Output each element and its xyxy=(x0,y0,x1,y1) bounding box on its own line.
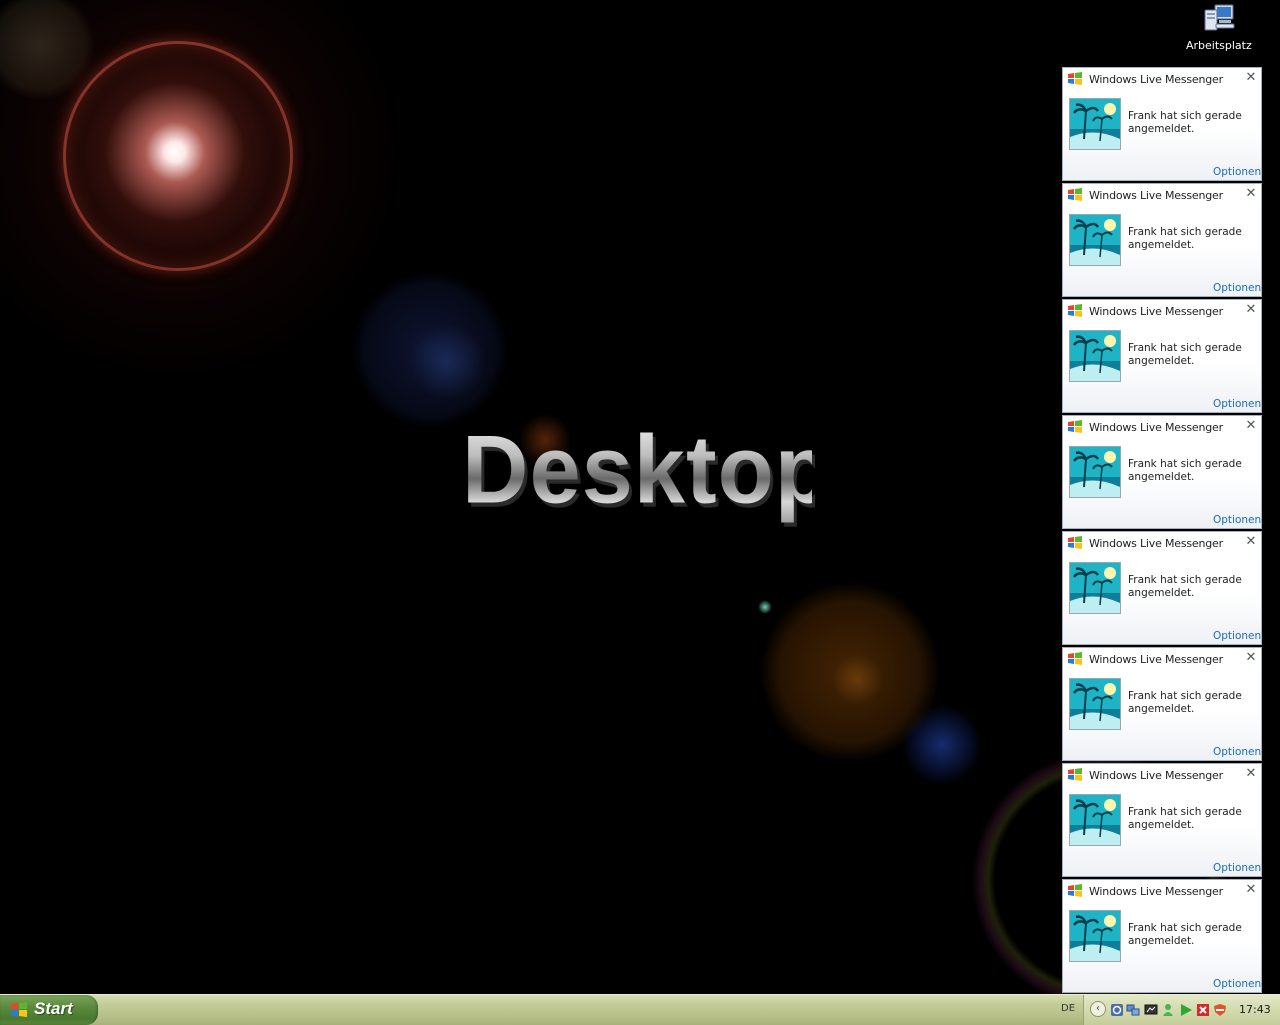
options-link[interactable]: Optionen xyxy=(1213,282,1261,294)
close-icon[interactable]: ✕ xyxy=(1244,418,1258,434)
start-label: Start xyxy=(34,999,73,1018)
desktop-icon-label: Arbeitsplatz xyxy=(1186,39,1252,52)
notification-header: Windows Live Messenger ✕ xyxy=(1063,648,1261,670)
notification-message: Frank hat sich gerade angemeldet. xyxy=(1128,342,1242,367)
notification-message: Frank hat sich gerade angemeldet. xyxy=(1128,574,1242,599)
contact-picture xyxy=(1069,678,1121,730)
notification-message: Frank hat sich gerade angemeldet. xyxy=(1128,458,1242,483)
language-indicator[interactable]: DE xyxy=(1061,1003,1075,1014)
notification-app-title: Windows Live Messenger xyxy=(1089,769,1223,782)
windows-live-logo-icon xyxy=(1067,883,1083,899)
notification-header: Windows Live Messenger ✕ xyxy=(1063,68,1261,90)
notification-app-title: Windows Live Messenger xyxy=(1089,305,1223,318)
close-icon[interactable]: ✕ xyxy=(1244,302,1258,318)
notification-message: Frank hat sich gerade angemeldet. xyxy=(1128,922,1242,947)
taskbar-clock[interactable]: 17:43 xyxy=(1239,1003,1271,1016)
contact-picture xyxy=(1069,98,1121,150)
notification-header: Windows Live Messenger ✕ xyxy=(1063,300,1261,322)
close-icon[interactable]: ✕ xyxy=(1244,650,1258,666)
lens-flare-ring xyxy=(63,41,293,271)
show-hidden-icons-chevron-icon[interactable]: ‹ xyxy=(1090,1001,1106,1017)
close-icon[interactable]: ✕ xyxy=(1244,882,1258,898)
windows-live-logo-icon xyxy=(1067,535,1083,551)
messenger-notification[interactable]: Windows Live Messenger ✕ Frank hat sich ge… xyxy=(1062,647,1262,761)
close-icon[interactable]: ✕ xyxy=(1244,534,1258,550)
close-icon[interactable]: ✕ xyxy=(1244,186,1258,202)
options-link[interactable]: Optionen xyxy=(1213,166,1261,178)
options-link[interactable]: Optionen xyxy=(1213,978,1261,990)
contact-picture xyxy=(1069,794,1121,846)
shield-icon[interactable] xyxy=(1213,1002,1227,1016)
headset-icon[interactable] xyxy=(1110,1002,1124,1016)
messenger-notification[interactable]: Windows Live Messenger ✕ Frank hat sich ge… xyxy=(1062,183,1262,297)
windows-live-logo-icon xyxy=(1067,71,1083,87)
my-computer-icon xyxy=(1201,2,1235,34)
messenger-notification[interactable]: Windows Live Messenger ✕ Frank hat sich ge… xyxy=(1062,531,1262,645)
windows-live-logo-icon xyxy=(1067,767,1083,783)
contact-picture xyxy=(1069,330,1121,382)
notification-app-title: Windows Live Messenger xyxy=(1089,885,1223,898)
notification-app-title: Windows Live Messenger xyxy=(1089,537,1223,550)
contact-picture xyxy=(1069,214,1121,266)
notification-message: Frank hat sich gerade angemeldet. xyxy=(1128,690,1242,715)
notification-header: Windows Live Messenger ✕ xyxy=(1063,416,1261,438)
notification-app-title: Windows Live Messenger xyxy=(1089,421,1223,434)
notification-header: Windows Live Messenger ✕ xyxy=(1063,764,1261,786)
notification-app-title: Windows Live Messenger xyxy=(1089,189,1223,202)
messenger-notification[interactable]: Windows Live Messenger ✕ Frank hat sich ge… xyxy=(1062,299,1262,413)
messenger-notification[interactable]: Windows Live Messenger ✕ Frank hat sich ge… xyxy=(1062,879,1262,993)
desktop-icon-arbeitsplatz[interactable]: Arbeitsplatz xyxy=(1186,2,1252,54)
media-play-icon[interactable] xyxy=(1179,1002,1193,1016)
notification-header: Windows Live Messenger ✕ xyxy=(1063,184,1261,206)
messenger-buddy-icon[interactable] xyxy=(1161,1002,1175,1016)
messenger-notification[interactable]: Windows Live Messenger ✕ Frank hat sich ge… xyxy=(1062,67,1262,181)
options-link[interactable]: Optionen xyxy=(1213,398,1261,410)
contact-picture xyxy=(1069,446,1121,498)
notification-message: Frank hat sich gerade angemeldet. xyxy=(1128,806,1242,831)
close-icon[interactable]: ✕ xyxy=(1244,766,1258,782)
system-tray: ‹ 17:43 xyxy=(1083,995,1280,1025)
contact-picture xyxy=(1069,562,1121,614)
windows-live-logo-icon xyxy=(1067,303,1083,319)
notification-app-title: Windows Live Messenger xyxy=(1089,653,1223,666)
contact-picture xyxy=(1069,910,1121,962)
taskbar: Start DE ‹ 17:43 xyxy=(0,994,1280,1025)
messenger-notification[interactable]: Windows Live Messenger ✕ Frank hat sich ge… xyxy=(1062,415,1262,529)
options-link[interactable]: Optionen xyxy=(1213,862,1261,874)
notification-message: Frank hat sich gerade angemeldet. xyxy=(1128,110,1242,135)
windows-flag-icon xyxy=(10,1001,28,1019)
security-alert-icon[interactable] xyxy=(1196,1002,1210,1016)
options-link[interactable]: Optionen xyxy=(1213,630,1261,642)
notification-header: Windows Live Messenger ✕ xyxy=(1063,880,1261,902)
display-icon[interactable] xyxy=(1144,1002,1158,1016)
notification-header: Windows Live Messenger ✕ xyxy=(1063,532,1261,554)
options-link[interactable]: Optionen xyxy=(1213,514,1261,526)
notification-app-title: Windows Live Messenger xyxy=(1089,73,1223,86)
close-icon[interactable]: ✕ xyxy=(1244,70,1258,86)
start-button[interactable]: Start xyxy=(0,995,98,1025)
windows-live-logo-icon xyxy=(1067,187,1083,203)
options-link[interactable]: Optionen xyxy=(1213,746,1261,758)
notification-message: Frank hat sich gerade angemeldet. xyxy=(1128,226,1242,251)
messenger-notification[interactable]: Windows Live Messenger ✕ Frank hat sich ge… xyxy=(1062,763,1262,877)
wallpaper-title: Desktop xyxy=(462,415,831,531)
network-icon[interactable] xyxy=(1126,1002,1140,1016)
windows-live-logo-icon xyxy=(1067,651,1083,667)
windows-live-logo-icon xyxy=(1067,419,1083,435)
